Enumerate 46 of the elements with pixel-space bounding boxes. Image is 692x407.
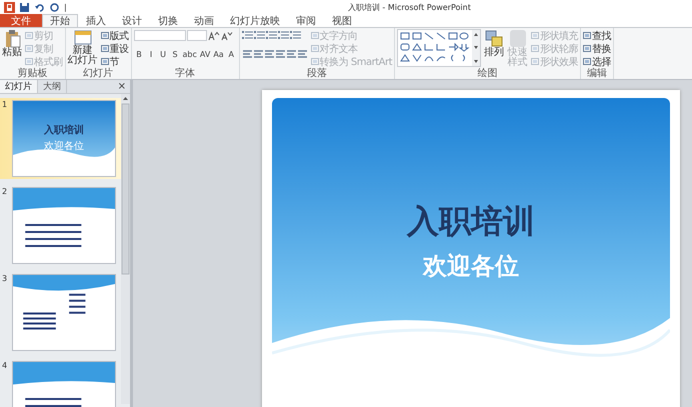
- group-label: 绘图: [476, 68, 499, 79]
- thumbnail-subtitle: 欢迎各位: [44, 140, 84, 153]
- slide-title: 入职培训: [407, 201, 535, 242]
- slide-number: 1: [2, 100, 8, 111]
- panel-tab[interactable]: 大纲: [38, 80, 67, 93]
- group-label: 字体: [174, 68, 196, 79]
- new-slide-button[interactable]: 新建 幻灯片: [68, 29, 98, 66]
- thumbnail-title: 入职培训: [44, 123, 84, 137]
- format-button[interactable]: abc: [182, 48, 198, 60]
- slide-number: 3: [2, 274, 8, 285]
- format-button[interactable]: U: [158, 48, 168, 60]
- ribbon-command[interactable]: 节: [100, 55, 128, 68]
- format-button[interactable]: I: [146, 48, 156, 60]
- ribbon-tab[interactable]: 动画: [186, 14, 222, 27]
- slide-subtitle: 欢迎各位: [423, 251, 519, 282]
- ribbon-command[interactable]: 替换: [583, 42, 612, 55]
- group-label: 编辑: [586, 68, 608, 79]
- format-button[interactable]: A: [226, 48, 237, 60]
- paste-button[interactable]: 粘贴: [2, 29, 22, 58]
- file-menu-button[interactable]: 文件: [0, 14, 42, 27]
- window-title: 入职培训 - Microsoft PowerPoint: [346, 2, 471, 12]
- slide-thumbnail-item[interactable]: 1 入职培训 欢迎各位: [0, 98, 121, 179]
- group-label: 幻灯片: [82, 68, 114, 79]
- format-button[interactable]: S: [170, 48, 180, 60]
- format-button[interactable]: AV: [198, 48, 212, 60]
- ribbon-tab[interactable]: 视图: [324, 14, 360, 27]
- arrange-button[interactable]: 排列: [484, 29, 504, 58]
- ribbon-tab[interactable]: 幻灯片放映: [222, 14, 288, 27]
- ribbon-tab[interactable]: 审阅: [288, 14, 324, 27]
- ribbon-command[interactable]: 查找: [583, 29, 612, 42]
- ribbon-tab[interactable]: 开始: [42, 14, 78, 27]
- ribbon-command[interactable]: 版式: [100, 29, 128, 42]
- panel-tab[interactable]: 幻灯片: [0, 80, 38, 93]
- ribbon-command[interactable]: 重设: [100, 42, 128, 55]
- ribbon-tab[interactable]: 设计: [114, 14, 150, 27]
- ribbon-tab[interactable]: 插入: [78, 14, 114, 27]
- ribbon-tab[interactable]: 切换: [150, 14, 186, 27]
- group-label: 段落: [306, 68, 328, 79]
- close-button[interactable]: ×: [114, 80, 130, 93]
- ribbon-command[interactable]: 选择: [583, 55, 612, 68]
- format-button[interactable]: Aa: [212, 48, 225, 60]
- toolbar-separator: |: [64, 2, 67, 12]
- format-button[interactable]: B: [134, 48, 144, 60]
- slide-number: 4: [2, 361, 8, 372]
- group-label: 剪贴板: [16, 68, 48, 79]
- slide-number: 2: [2, 187, 8, 198]
